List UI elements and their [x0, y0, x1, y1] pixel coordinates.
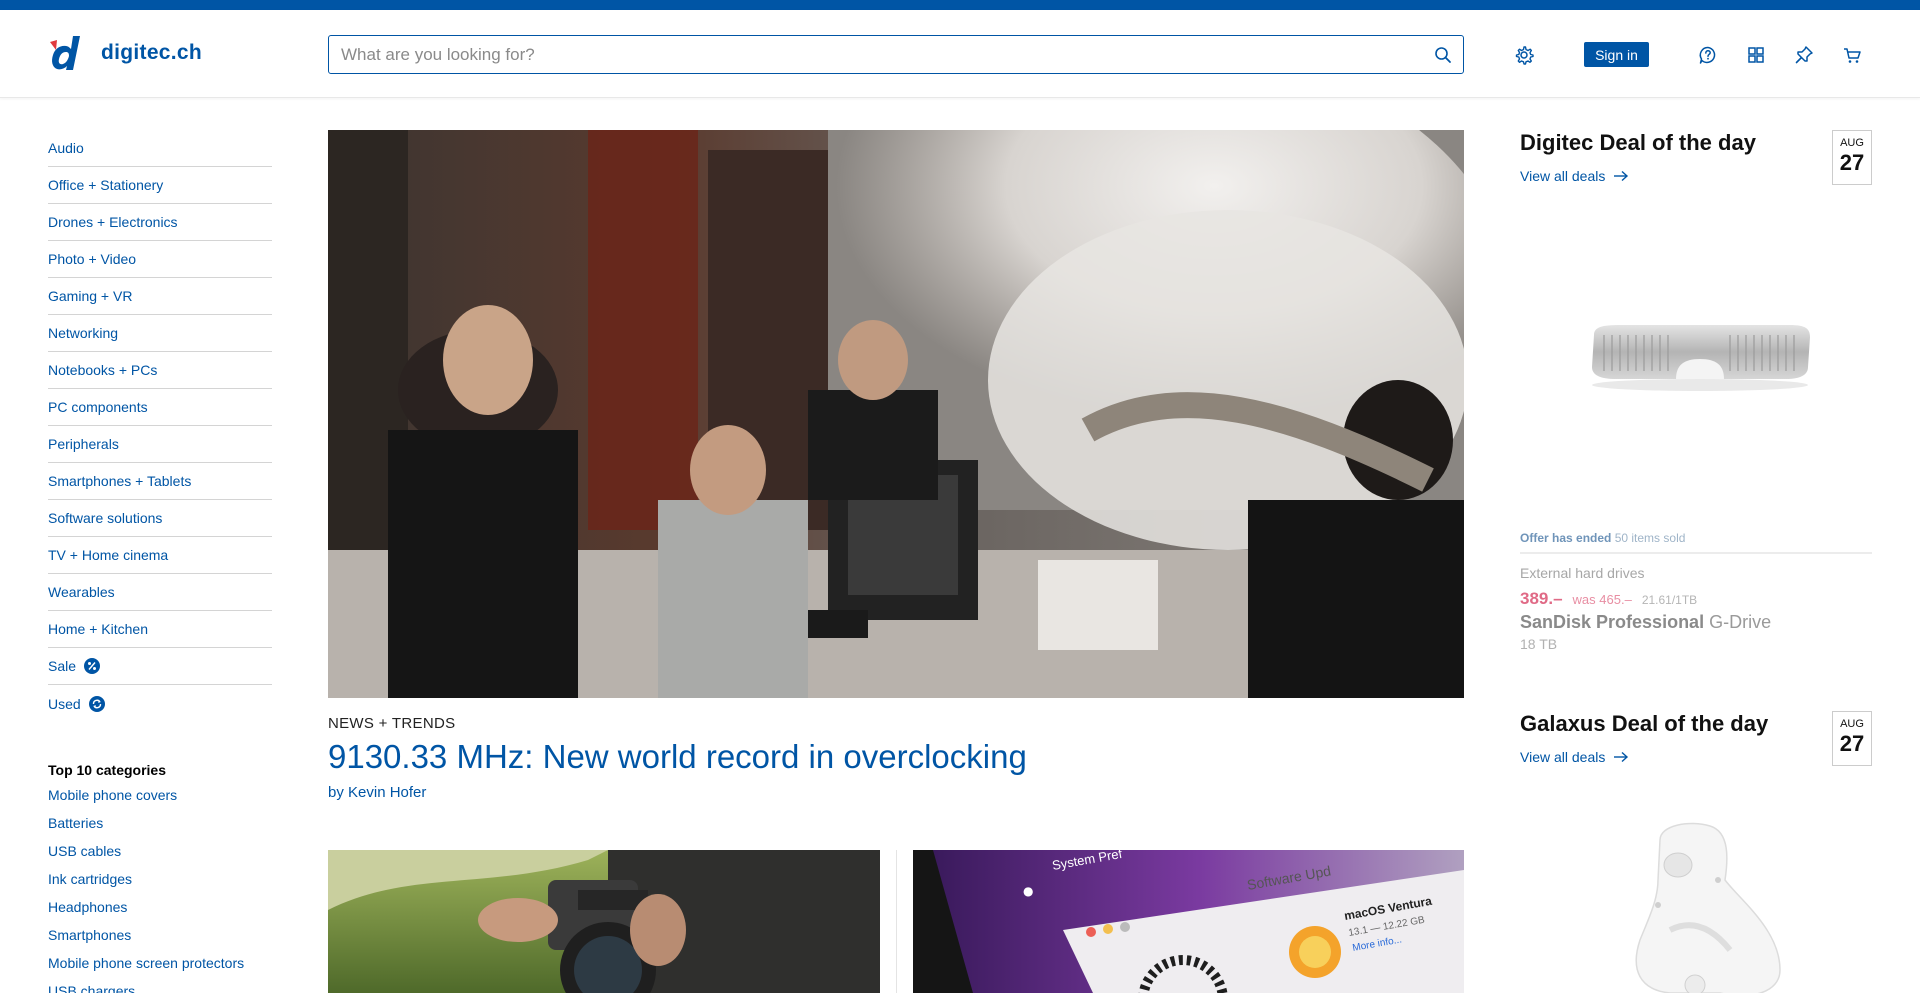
- top-10-categories: Top 10 categories Mobile phone covers Ba…: [48, 762, 272, 993]
- deal-day: 27: [1839, 731, 1865, 756]
- digitec-deal-of-day: Digitec Deal of the day View all deals A…: [1520, 130, 1872, 185]
- sidebar-item-sale[interactable]: Sale: [48, 648, 272, 685]
- help-icon[interactable]: [1697, 44, 1719, 66]
- apps-icon[interactable]: [1745, 44, 1767, 66]
- top-10-title: Top 10 categories: [48, 762, 167, 778]
- deal2-product-image[interactable]: [1600, 820, 1790, 993]
- sidebar-item-used[interactable]: Used: [48, 685, 272, 722]
- deal-day: 27: [1839, 150, 1865, 175]
- deal-category[interactable]: External hard drives: [1520, 565, 1645, 581]
- article-kicker: NEWS + TRENDS: [328, 715, 456, 732]
- deal-title: Galaxus Deal of the day: [1520, 711, 1769, 736]
- recycle-icon: [88, 695, 105, 712]
- site-header: digitec.ch Sign in: [0, 10, 1920, 98]
- sidebar-item-peripherals[interactable]: Peripherals: [48, 426, 272, 463]
- deal-title: Digitec Deal of the day: [1520, 130, 1756, 155]
- sidebar-item-photo[interactable]: Photo + Video: [48, 241, 272, 278]
- apple-icon: ●: [1023, 884, 1033, 898]
- card-divider: [896, 850, 897, 993]
- sidebar-item-networking[interactable]: Networking: [48, 315, 272, 352]
- percent-icon: [84, 658, 101, 674]
- article-byline[interactable]: by Kevin Hofer: [328, 784, 426, 801]
- deal-product-name[interactable]: SanDisk Professional G-Drive: [1520, 612, 1771, 633]
- deal-price: 389.– was 465.– 21.61/1TB: [1520, 589, 1697, 609]
- pin-icon[interactable]: [1793, 44, 1815, 66]
- top10-item[interactable]: Mobile phone screen protectors: [48, 952, 272, 980]
- sign-in-button[interactable]: Sign in: [1584, 42, 1649, 67]
- top10-item[interactable]: Smartphones: [48, 924, 272, 952]
- sidebar-item-wearables[interactable]: Wearables: [48, 574, 272, 611]
- sidebar-item-gaming[interactable]: Gaming + VR: [48, 278, 272, 315]
- sidebar-item-smartphones[interactable]: Smartphones + Tablets: [48, 463, 272, 500]
- sidebar-item-software[interactable]: Software solutions: [48, 500, 272, 537]
- article-headline[interactable]: 9130.33 MHz: New world record in overclo…: [328, 738, 1027, 776]
- category-sidebar: Audio Office + Stationery Drones + Elect…: [48, 130, 272, 722]
- logo-link[interactable]: digitec.ch: [47, 36, 202, 70]
- sidebar-item-tv[interactable]: TV + Home cinema: [48, 537, 272, 574]
- top10-item[interactable]: USB chargers: [48, 980, 272, 993]
- price-now: 389.–: [1520, 589, 1563, 608]
- search-input[interactable]: [329, 36, 1409, 73]
- digitec-logo-icon: [47, 36, 81, 70]
- top10-item[interactable]: Ink cartridges: [48, 868, 272, 896]
- view-all-deals-link[interactable]: View all deals: [1520, 749, 1872, 765]
- sidebar-item-home[interactable]: Home + Kitchen: [48, 611, 272, 648]
- price-per-unit: 21.61/1TB: [1641, 593, 1698, 607]
- view-all-deals-link[interactable]: View all deals: [1520, 168, 1872, 184]
- sidebar-item-office[interactable]: Office + Stationery: [48, 167, 272, 204]
- hero-article-image[interactable]: [328, 130, 1464, 698]
- price-was: was 465.–: [1572, 592, 1632, 607]
- top10-item[interactable]: USB cables: [48, 840, 272, 868]
- cart-icon[interactable]: [1841, 44, 1863, 66]
- deal-progress-bar: [1520, 552, 1872, 554]
- top10-item[interactable]: Headphones: [48, 896, 272, 924]
- deal-month: AUG: [1840, 718, 1864, 730]
- galaxus-deal-of-day: Galaxus Deal of the day View all deals A…: [1520, 711, 1872, 766]
- logo-text: digitec.ch: [101, 41, 203, 64]
- deal-product-image[interactable]: [1580, 315, 1820, 395]
- top-accent-bar: [0, 0, 1920, 10]
- search-box: [328, 35, 1464, 74]
- deal-product-spec: 18 TB: [1520, 636, 1558, 652]
- arrow-right-icon: [1614, 170, 1629, 182]
- deal-status: Offer has ended 50 items sold: [1520, 531, 1686, 545]
- arrow-right-icon: [1614, 751, 1629, 763]
- article-card-macos[interactable]: System Pref Software Upd macOS Ventura 1…: [913, 850, 1464, 993]
- deal-month: AUG: [1840, 137, 1864, 149]
- deal-date-badge: AUG 27: [1832, 711, 1872, 766]
- article-card-camera[interactable]: [328, 850, 880, 993]
- top10-item[interactable]: Mobile phone covers: [48, 784, 272, 812]
- deal-date-badge: AUG 27: [1832, 130, 1872, 185]
- sidebar-item-notebooks[interactable]: Notebooks + PCs: [48, 352, 272, 389]
- sidebar-item-audio[interactable]: Audio: [48, 130, 272, 167]
- sidebar-item-drones[interactable]: Drones + Electronics: [48, 204, 272, 241]
- settings-icon[interactable]: [1513, 44, 1535, 66]
- sidebar-item-pc-components[interactable]: PC components: [48, 389, 272, 426]
- top10-item[interactable]: Batteries: [48, 812, 272, 840]
- search-icon[interactable]: [1433, 45, 1453, 65]
